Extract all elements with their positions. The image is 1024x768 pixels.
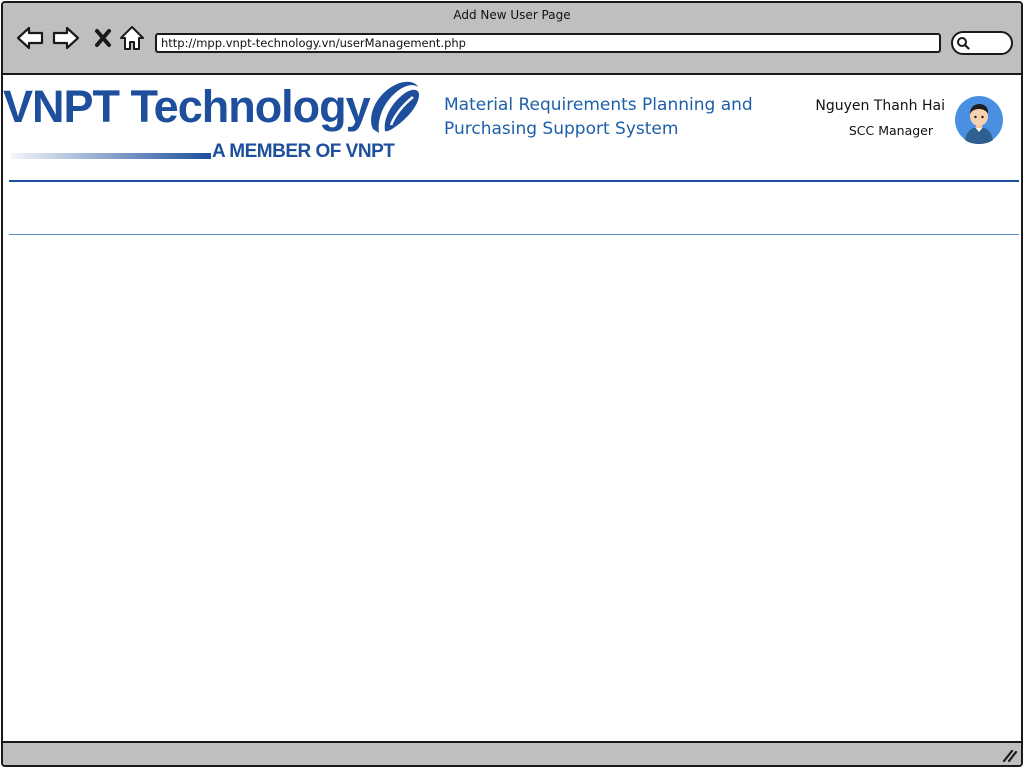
system-title: Material Requirements Planning and Purch… xyxy=(444,95,753,139)
company-logo-text: VNPT Technology xyxy=(3,81,371,132)
forward-button[interactable] xyxy=(51,23,81,53)
status-bar xyxy=(3,741,1021,765)
user-avatar-icon[interactable] xyxy=(955,96,1003,144)
main-content xyxy=(3,236,1021,741)
search-icon xyxy=(957,37,970,50)
user-name: Nguyen Thanh Hai xyxy=(815,98,945,114)
page-header: VNPT Technology A MEMBER OF VNPT Materia… xyxy=(3,75,1021,181)
address-bar[interactable]: http://mpp.vnpt-technology.vn/userManage… xyxy=(155,33,941,53)
arrow-left-icon xyxy=(16,26,44,50)
home-button[interactable] xyxy=(117,23,147,53)
logo-underline xyxy=(11,153,211,159)
resize-grip-icon[interactable] xyxy=(1001,748,1017,762)
vnpt-logo-icon xyxy=(371,81,419,133)
browser-toolbar: Add New User Page http://mpp.vnpt-techno… xyxy=(3,3,1021,75)
window-title: Add New User Page xyxy=(453,8,571,22)
close-icon xyxy=(95,29,111,47)
navigation-divider xyxy=(9,234,1019,235)
home-icon xyxy=(120,26,144,50)
back-button[interactable] xyxy=(15,23,45,53)
navigation-bar xyxy=(9,182,1019,234)
stop-button[interactable] xyxy=(89,23,119,53)
arrow-right-icon xyxy=(52,26,80,50)
user-role: SCC Manager xyxy=(848,123,933,138)
company-logo-subtitle: A MEMBER OF VNPT xyxy=(212,141,395,162)
browser-window: Add New User Page http://mpp.vnpt-techno… xyxy=(1,1,1023,767)
browser-search-field[interactable] xyxy=(951,31,1013,55)
